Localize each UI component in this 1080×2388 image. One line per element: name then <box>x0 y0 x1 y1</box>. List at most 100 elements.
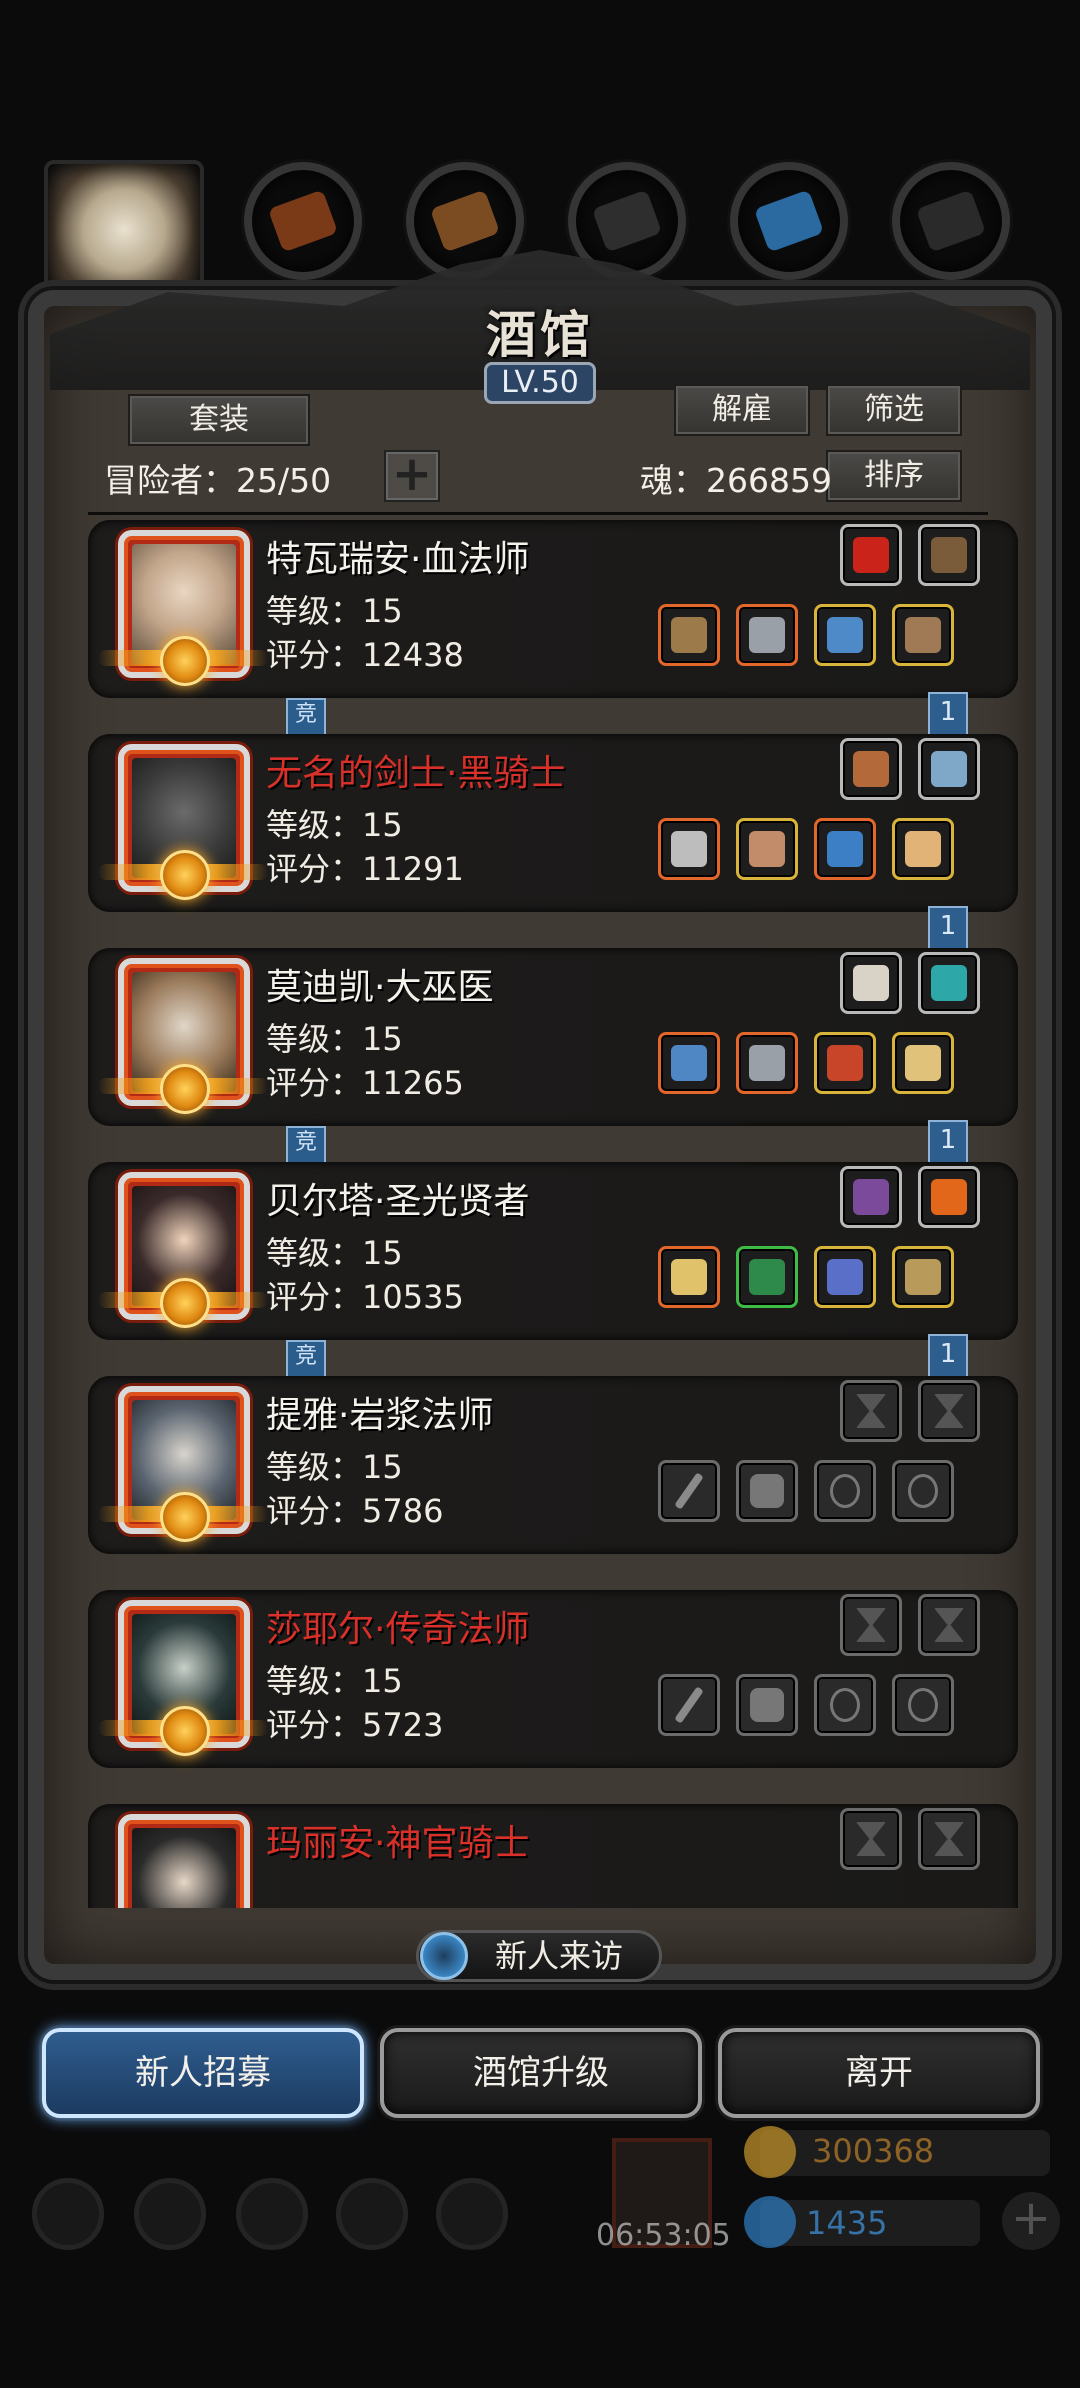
add-gems-icon[interactable]: + <box>1002 2192 1060 2250</box>
equipment-slot[interactable] <box>918 1380 980 1442</box>
purple-cube-icon <box>853 1179 889 1215</box>
equipment-slot[interactable] <box>814 1460 876 1522</box>
equipment-slot[interactable] <box>814 1032 876 1094</box>
gift-timer: 06:53:05 <box>596 2218 731 2253</box>
equipment-slot[interactable] <box>736 1460 798 1522</box>
equipment-slot[interactable] <box>918 1166 980 1228</box>
page-title: 酒馆 <box>486 306 594 364</box>
amulet-icon <box>827 617 863 653</box>
rune-ring-icon <box>905 831 941 867</box>
equipment-slot[interactable] <box>918 952 980 1014</box>
ring-slot-icon <box>830 1474 860 1508</box>
shield-icon[interactable] <box>436 2178 508 2250</box>
sort-button[interactable]: 排序 <box>826 450 962 502</box>
antler-icon <box>931 537 967 573</box>
hero-card[interactable]: 特瓦瑞安·血法师 等级：15 评分：12438 <box>88 520 1018 698</box>
player-avatar[interactable] <box>44 160 204 300</box>
gold-ring-icon <box>905 1045 941 1081</box>
equipment-slot[interactable] <box>840 952 902 1014</box>
hero-card[interactable]: 莫迪凯·大巫医 等级：15 评分：11265 <box>88 948 1018 1126</box>
equipment-slot[interactable] <box>814 818 876 880</box>
hero-list[interactable]: 特瓦瑞安·血法师 等级：15 评分：12438 竞 1 无名的剑士·黑骑士 等级：15 评分：… <box>60 520 1020 1908</box>
hero-card[interactable]: 提雅·岩浆法师 等级：15 评分：5786 <box>88 1376 1018 1554</box>
equipment-slot[interactable] <box>658 818 720 880</box>
hourglass-icon <box>856 1394 886 1428</box>
settings-icon[interactable] <box>32 2178 104 2250</box>
equipment-slot[interactable] <box>736 604 798 666</box>
recruit-button[interactable]: 新人招募 <box>42 2028 364 2118</box>
hero-name: 特瓦瑞安·血法师 <box>266 539 530 580</box>
equipment-slot[interactable] <box>658 604 720 666</box>
equipment-slot[interactable] <box>736 1032 798 1094</box>
equipment-slot[interactable] <box>736 1674 798 1736</box>
armor-slot-icon <box>750 1474 784 1508</box>
armor-slot-icon <box>750 1688 784 1722</box>
fire-button[interactable]: 解雇 <box>674 384 810 436</box>
hero-card[interactable]: 玛丽安·神官骑士 <box>88 1804 1018 1908</box>
equipment-slot[interactable] <box>840 738 902 800</box>
equipment-slot[interactable] <box>658 1674 720 1736</box>
equipment-slot[interactable] <box>658 1246 720 1308</box>
hourglass-icon <box>934 1394 964 1428</box>
fish-icon <box>931 751 967 787</box>
equipment-slot[interactable] <box>892 1032 954 1094</box>
equipment-slot[interactable] <box>814 1674 876 1736</box>
equipment-slot[interactable] <box>892 604 954 666</box>
mail-icon[interactable] <box>336 2178 408 2250</box>
red-gem-icon <box>853 537 889 573</box>
sword-icon <box>671 831 707 867</box>
equipment-slot[interactable] <box>892 1246 954 1308</box>
hero-name: 贝尔塔·圣光贤者 <box>266 1181 530 1222</box>
hero-score: 评分：11291 <box>266 850 464 888</box>
demon-armor-icon <box>749 831 785 867</box>
equipment-slot[interactable] <box>840 1808 902 1870</box>
hero-level: 等级：15 <box>266 592 403 630</box>
equipment-slot[interactable] <box>814 1246 876 1308</box>
ring-slot-icon <box>830 1688 860 1722</box>
equipment-slot[interactable] <box>918 738 980 800</box>
hero-name: 提雅·岩浆法师 <box>266 1395 494 1436</box>
orb-icon <box>853 751 889 787</box>
equipment-slot[interactable] <box>658 1460 720 1522</box>
equipment-slot[interactable] <box>840 1166 902 1228</box>
adventurer-count: 冒险者：25/50 <box>104 461 332 500</box>
wood-icon <box>429 189 501 253</box>
hero-card[interactable]: 贝尔塔·圣光贤者 等级：15 评分：10535 <box>88 1162 1018 1340</box>
tavern-level-badge: LV.50 <box>484 362 596 404</box>
menu-icon[interactable] <box>236 2178 308 2250</box>
equipment-slot[interactable] <box>840 1380 902 1442</box>
gem-amount: 1435 <box>806 2204 888 2242</box>
equipment-slot[interactable] <box>736 1246 798 1308</box>
equipment-slot[interactable] <box>736 818 798 880</box>
equipment-slot[interactable] <box>918 1808 980 1870</box>
expand-capacity-button[interactable]: + <box>384 450 440 502</box>
nun-portrait-icon <box>132 1828 236 1908</box>
material-slot-4[interactable] <box>730 162 848 280</box>
rank-emblem-icon <box>160 1278 210 1328</box>
hero-score: 评分：5723 <box>266 1706 444 1744</box>
equipment-slot[interactable] <box>918 1594 980 1656</box>
hero-card[interactable]: 无名的剑士·黑骑士 等级：15 评分：11291 <box>88 734 1018 912</box>
leave-button[interactable]: 离开 <box>718 2028 1040 2118</box>
hero-card[interactable]: 莎耶尔·传奇法师 等级：15 评分：5723 <box>88 1590 1018 1768</box>
rank-emblem-icon <box>160 636 210 686</box>
equipment-slot[interactable] <box>840 524 902 586</box>
clock-icon <box>420 1932 468 1980</box>
hero-name: 无名的剑士·黑骑士 <box>266 753 566 794</box>
material-slot-5[interactable] <box>892 162 1010 280</box>
equipment-slot[interactable] <box>814 604 876 666</box>
hero-portrait[interactable] <box>118 1814 250 1908</box>
equipment-slot[interactable] <box>892 1674 954 1736</box>
equipment-slot[interactable] <box>840 1594 902 1656</box>
material-slot-1[interactable] <box>244 162 362 280</box>
equipment-slot[interactable] <box>892 818 954 880</box>
equipment-slot[interactable] <box>918 524 980 586</box>
equipment-slot[interactable] <box>658 1032 720 1094</box>
set-button[interactable]: 套装 <box>128 394 310 446</box>
star-icon[interactable] <box>134 2178 206 2250</box>
equipment-slot[interactable] <box>892 1460 954 1522</box>
upgrade-tavern-button[interactable]: 酒馆升级 <box>380 2028 702 2118</box>
hammer-icon <box>671 1259 707 1295</box>
filter-button[interactable]: 筛选 <box>826 384 962 436</box>
crystal-material-icon <box>753 189 825 253</box>
